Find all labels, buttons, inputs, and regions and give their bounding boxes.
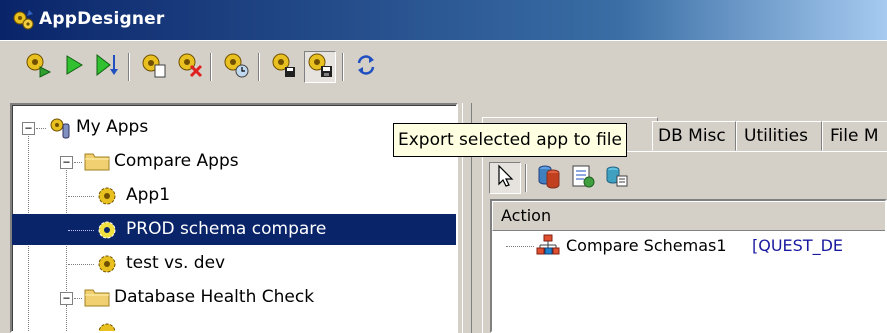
action-toolbar (489, 160, 869, 200)
delete-app-button[interactable] (174, 51, 206, 83)
export-tooltip: Export selected app to file (393, 123, 627, 157)
tab-db-misc[interactable]: DB Misc (652, 121, 736, 151)
pointer-button[interactable] (489, 162, 521, 194)
tree-item[interactable]: − Database Health Check (12, 281, 456, 315)
main-toolbar (0, 40, 887, 96)
database-compare-icon (536, 163, 562, 193)
tree-line (68, 264, 94, 265)
new-app-button[interactable] (138, 51, 170, 83)
toolbar-separator (128, 53, 130, 81)
list-item[interactable]: Compare Schemas1 [QUEST_DE (492, 231, 885, 262)
gear-clock-icon (222, 51, 250, 83)
folder-icon (84, 286, 110, 312)
connection-tag: [QUEST_DE (752, 236, 844, 255)
step-button[interactable] (92, 51, 124, 83)
column-header-action[interactable]: Action (492, 201, 885, 231)
tree-item[interactable]: − Compare Apps (12, 145, 456, 179)
gears-icon (11, 8, 35, 32)
title-bar: AppDesigner (0, 0, 887, 40)
compare-schemas-icon (536, 234, 560, 262)
tree-item-label: test vs. dev (126, 253, 226, 273)
cursor-arrow-icon (494, 164, 516, 192)
tree-item-selected[interactable]: PROD schema compare (12, 213, 456, 247)
collapse-expander[interactable]: − (60, 156, 73, 169)
tree-item-label: Database Health Check (114, 287, 315, 307)
tree-item[interactable]: test vs. dev (12, 247, 456, 281)
tree-line (506, 246, 534, 247)
toolbar-separator (342, 53, 344, 81)
tree-item-partial[interactable] (12, 315, 456, 331)
tree-item[interactable]: App1 (12, 179, 456, 213)
gear-app-icon (96, 185, 118, 211)
tree-item-label: PROD schema compare (124, 219, 329, 239)
tree-item-label: Compare Apps (114, 151, 239, 171)
schema-icon (604, 163, 630, 193)
run-button[interactable] (58, 51, 90, 83)
tab-utilities[interactable]: Utilities (736, 121, 822, 151)
toolbar-separator (210, 53, 212, 81)
gear-export-icon (306, 51, 334, 83)
folder-icon (84, 150, 110, 176)
gear-run-icon (24, 51, 52, 83)
play-icon (62, 53, 86, 81)
import-app-button[interactable] (268, 51, 300, 83)
window-title: AppDesigner (39, 9, 165, 29)
my-apps-icon (48, 116, 72, 144)
action-label: Compare Schemas1 (566, 236, 727, 255)
export-app-button[interactable] (304, 51, 336, 83)
refresh-button[interactable] (350, 51, 382, 83)
gear-import-icon (270, 51, 298, 83)
gear-app-icon (96, 219, 118, 245)
tab-file[interactable]: File M (822, 121, 887, 151)
list-header: Action (492, 201, 885, 231)
tree-line (68, 196, 94, 197)
schema-button[interactable] (601, 162, 633, 194)
app-tree[interactable]: − My Apps − Compare Apps App1 PROD schem… (10, 103, 458, 333)
schedule-app-button[interactable] (220, 51, 252, 83)
tree-item-label: My Apps (76, 117, 149, 137)
tree-line (36, 128, 46, 129)
tree-item[interactable]: − My Apps (12, 111, 456, 145)
gear-delete-icon (176, 51, 204, 83)
db-compare-button[interactable] (533, 162, 565, 194)
report-button[interactable] (567, 162, 599, 194)
toolbar-separator (258, 53, 260, 81)
tree-item-label: App1 (126, 185, 171, 205)
tree-line (74, 298, 82, 299)
collapse-expander[interactable]: − (60, 292, 73, 305)
toolbar-separator (525, 164, 527, 192)
report-icon (570, 163, 596, 193)
action-list[interactable]: Action Compare Schemas1 [QUEST_DE (490, 199, 887, 333)
run-gear-button[interactable] (22, 51, 54, 83)
gear-new-icon (140, 51, 168, 83)
step-down-icon (94, 51, 122, 83)
gear-app-icon (96, 321, 118, 331)
tree-line (68, 230, 94, 231)
refresh-icon (353, 52, 379, 82)
collapse-expander[interactable]: − (22, 122, 35, 135)
tree-line (74, 162, 82, 163)
gear-app-icon (96, 253, 118, 279)
